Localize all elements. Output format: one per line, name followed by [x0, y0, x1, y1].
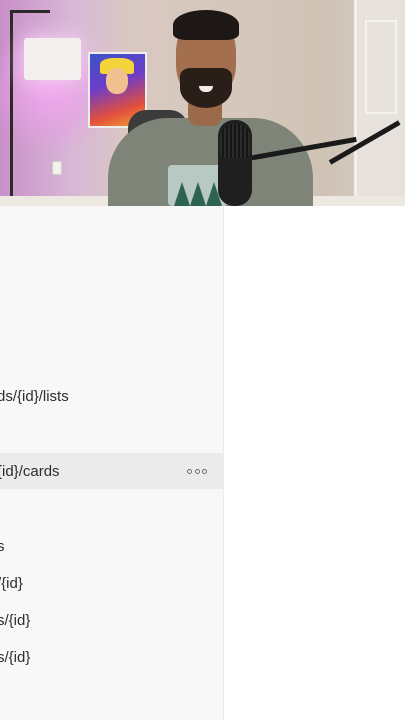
sidebar-item-lists[interactable]: ds/{id}/lists	[0, 378, 223, 414]
door-panel	[365, 20, 397, 114]
app-window: ds/{id}/lists {id}/cards s /{id} s/{id} …	[0, 206, 405, 720]
sidebar-item-label: {id}/cards	[0, 462, 60, 480]
main-content	[224, 206, 405, 720]
sidebar-item-4[interactable]: /{id}	[0, 565, 223, 601]
endpoint-sidebar: ds/{id}/lists {id}/cards s /{id} s/{id} …	[0, 206, 224, 720]
sidebar-item-label: ds/{id}/lists	[0, 387, 69, 405]
sidebar-item-cards[interactable]: {id}/cards	[0, 453, 223, 489]
webcam-overlay	[0, 0, 405, 206]
floor-lamp-arm	[10, 10, 50, 13]
sidebar-item-label: s	[0, 537, 5, 555]
microphone-grille	[220, 124, 250, 158]
poster-figure-face	[106, 68, 128, 94]
shirt-tree	[190, 182, 206, 206]
sidebar-item-label: /{id}	[0, 574, 23, 592]
presenter-hair	[173, 10, 239, 40]
sidebar-item-5[interactable]: s/{id}	[0, 602, 223, 638]
floor-lamp-shade	[24, 38, 81, 80]
ellipsis-horizontal-icon[interactable]	[187, 463, 207, 479]
floor-lamp-pole	[10, 10, 13, 206]
sidebar-item-label: s/{id}	[0, 648, 31, 666]
shirt-tree	[174, 182, 190, 206]
sidebar-item-3[interactable]: s	[0, 528, 223, 564]
sidebar-item-label: s/{id}	[0, 611, 31, 629]
sidebar-item-6[interactable]: s/{id}	[0, 639, 223, 675]
door	[354, 0, 405, 206]
wall-outlet	[52, 161, 62, 175]
